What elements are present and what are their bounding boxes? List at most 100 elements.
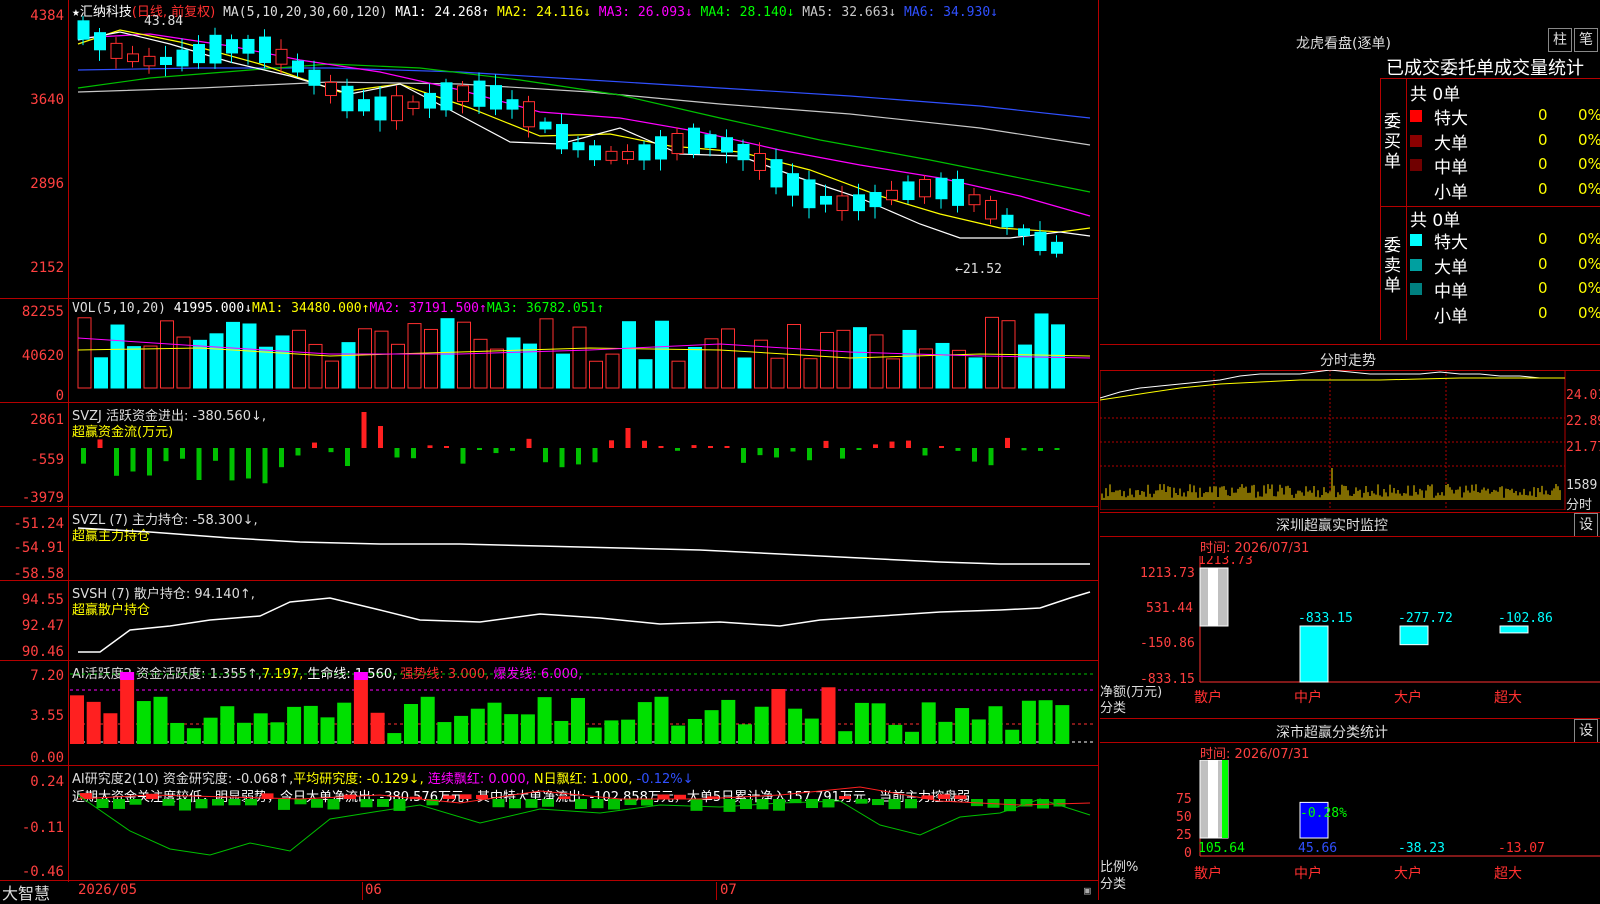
volume-bar: [539, 318, 554, 389]
intraday-axis-label: 22.89: [1566, 414, 1600, 429]
sz-class-value: 105.64: [1198, 841, 1245, 856]
ai-active-bar: [905, 731, 919, 744]
ai-research-bar: [855, 799, 868, 804]
ai-active-bar: [70, 695, 84, 744]
pen-view-button[interactable]: 笔: [1574, 28, 1598, 52]
ai-active-bar: [487, 702, 502, 744]
intraday-price-line: [1100, 370, 1565, 399]
ai-research-bar: [723, 799, 736, 812]
svzj-bar: [856, 448, 862, 450]
ma5-line: [77, 81, 1091, 146]
volume-bar: [94, 357, 108, 389]
bar-view-button[interactable]: 柱: [1548, 28, 1572, 52]
ai-active-bar: [353, 678, 368, 744]
volume-bar: [605, 353, 620, 389]
ai-research-bar: [641, 799, 653, 806]
svzj-bar: [229, 448, 235, 481]
date-label: 2026/05: [78, 882, 138, 898]
ai-active-bar: [1005, 729, 1020, 744]
candlestick-chart[interactable]: [0, 0, 1098, 298]
ai-active-bar: [955, 708, 970, 744]
ai-active-bar: [654, 696, 669, 744]
volume-bar: [523, 343, 537, 389]
svsh-chart[interactable]: [0, 580, 1098, 660]
ai-research-bar: [492, 799, 505, 808]
ai-research-chart[interactable]: [0, 765, 1098, 880]
volume-bar: [160, 320, 174, 389]
volume-bar: [242, 323, 257, 389]
ai-research-bar: [575, 799, 587, 809]
svzj-chart[interactable]: [0, 402, 1098, 506]
candle-body: [440, 82, 453, 111]
volume-bar: [869, 334, 884, 389]
candle-body: [935, 177, 948, 200]
ai-active-bar: [988, 706, 1003, 744]
candle-body: [473, 80, 486, 107]
section-divider: [1100, 718, 1600, 719]
sz-monitor-bar: [1399, 625, 1429, 646]
longhu-title: 龙虎看盘(逐单): [1296, 36, 1391, 52]
longhu-divider: [1406, 78, 1407, 340]
ai-active-bar: [621, 719, 636, 744]
svzj-bar: [972, 448, 977, 462]
candle-body: [655, 136, 667, 160]
intraday-chart[interactable]: [1100, 370, 1566, 510]
volume-chart[interactable]: [0, 298, 1098, 402]
candle-body: [127, 53, 139, 63]
order-type-label: 中单: [1434, 158, 1468, 178]
svzj-bar: [625, 428, 631, 448]
order-row: 中单 0 0%: [1410, 277, 1600, 302]
svzj-bar: [675, 448, 680, 451]
ai-active-bar: [854, 702, 869, 744]
ai-active-chart[interactable]: [0, 660, 1098, 765]
sz-monitor-value: 1213.73: [1198, 556, 1253, 568]
volume-bar: [226, 321, 240, 389]
svzj-bar: [81, 448, 86, 464]
candle-body: [721, 137, 733, 153]
sz-monitor-chart[interactable]: 1213.73 散户 -833.15 中户 -277.72 大户 -102.86 超大: [1100, 556, 1600, 716]
volume-bar: [671, 360, 686, 389]
svzj-bar: [147, 448, 152, 476]
volume-bar: [836, 329, 851, 389]
sz-class-settings-button[interactable]: 设: [1574, 719, 1598, 743]
ma6-line: [77, 67, 1091, 119]
ai-active-bar: [771, 688, 786, 744]
main-chart-area[interactable]: ★汇纳科技(日线, 前复权) MA(5,10,20,30,60,120) MA1…: [0, 0, 1100, 903]
sz-class-category: 大户: [1394, 865, 1422, 882]
candle-body: [160, 56, 172, 66]
svzj-bar: [411, 448, 416, 459]
volume-bar: [440, 318, 455, 389]
candle-body: [391, 95, 403, 122]
ai-active-bar: [387, 733, 402, 744]
lock-icon[interactable]: ▣: [1084, 884, 1091, 897]
order-type-label: 特大: [1434, 233, 1468, 253]
svzj-bar: [708, 446, 713, 448]
svzl-chart[interactable]: [0, 506, 1098, 580]
ai-active-bar: [420, 696, 435, 744]
ai-research-bar: [96, 799, 109, 808]
candle-body: [374, 96, 387, 121]
svzj-bar: [114, 448, 119, 476]
sz-monitor-settings-button[interactable]: 设: [1574, 513, 1598, 537]
svzj-bar: [1005, 437, 1010, 448]
order-row: 特大 0 0%: [1410, 104, 1600, 129]
volume-bar: [143, 345, 158, 389]
section-divider: [1100, 344, 1600, 345]
month-divider: [716, 882, 717, 900]
order-row: 特大 0 0%: [1410, 228, 1600, 253]
ai-active-bar: [270, 722, 285, 744]
candle-body: [259, 36, 271, 64]
candle-body: [193, 44, 205, 64]
candle-body: [407, 101, 420, 109]
ai-research-bar: [938, 794, 950, 799]
svzj-bar: [757, 448, 763, 456]
candle-body: [242, 38, 255, 54]
ai-active-bar: [671, 725, 686, 744]
ai-active-bar: [320, 717, 335, 744]
candle-body: [110, 42, 123, 59]
sz-class-chart[interactable]: 105.64 散户 45.66 中户 -38.23 大户 -13.07 超大: [1100, 760, 1600, 900]
candle-body: [853, 194, 865, 212]
ai-research-bar: [888, 799, 901, 810]
candle-body: [622, 151, 634, 160]
ai-active-bar: [437, 722, 452, 744]
